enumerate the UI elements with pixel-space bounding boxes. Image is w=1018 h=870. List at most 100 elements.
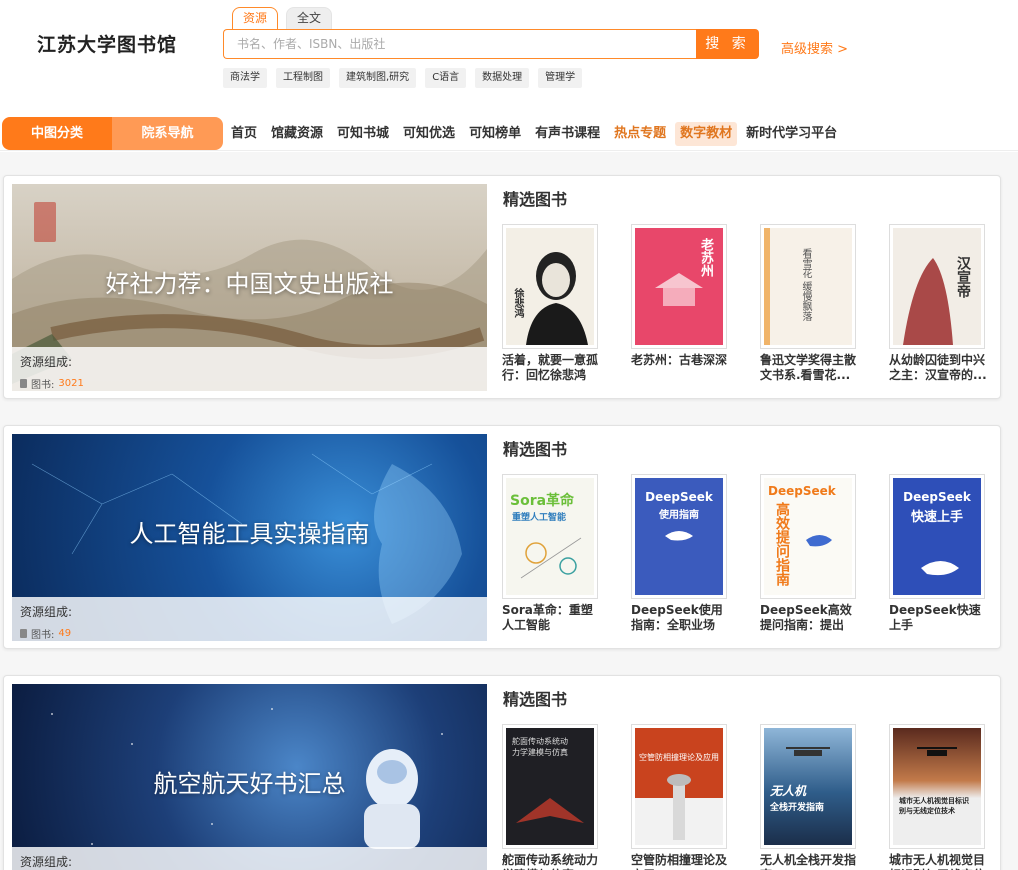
library-logo[interactable]: 江苏大学图书馆	[37, 30, 177, 57]
nav-link-digital-textbooks[interactable]: 数字教材	[675, 122, 738, 146]
book-cover-frame: 徐悲鸿	[502, 224, 598, 349]
book-cover-frame: Sora革命 重塑人工智能	[502, 474, 598, 599]
hot-tag[interactable]: 工程制图	[276, 68, 330, 88]
book-item[interactable]: DeepSeek 使用指南 DeepSeek使用指南：全职业场景...	[631, 474, 741, 633]
book-cover-frame: DeepSeek 快速上手	[889, 474, 985, 599]
cover-title: 无人机	[770, 784, 807, 798]
resource-summary: 资源组成:	[12, 847, 487, 870]
topic-banner[interactable]: 航空航天好书汇总 资源组成:	[12, 684, 487, 870]
resource-label: 资源组成:	[20, 605, 73, 619]
search-input[interactable]	[224, 30, 697, 58]
whale-icon	[921, 561, 959, 576]
book-title: 鲁迅文学奖得主散文书系.看雪花...	[760, 353, 857, 382]
search-button[interactable]: 搜 索	[696, 29, 759, 59]
cover-title: 城市无人机视觉目标识别与无线定位技术	[899, 797, 969, 815]
topic-card: 航空航天好书汇总 资源组成: 精选图书 舵面传动系统动力学建模与仿真 舵面传动系…	[3, 675, 1001, 870]
book-cover-frame: 老苏州	[631, 224, 727, 349]
book-title: 城市无人机视觉目标识别与无线定位技术	[889, 853, 986, 870]
nav-link-rankings[interactable]: 可知榜单	[464, 122, 526, 146]
book-cover-frame: 无人机 全栈开发指南	[760, 724, 856, 849]
cover-subtitle: 全栈开发指南	[770, 803, 825, 813]
topic-banner[interactable]: 好社力荐：中国文史出版社 资源组成: 图书: 3021	[12, 184, 487, 391]
hot-tag[interactable]: 数据处理	[475, 68, 530, 88]
book-title: 活着，就要一意孤行：回忆徐悲鸿	[502, 353, 599, 382]
book-item[interactable]: DeepSeek 高效提问指南 DeepSeek高效提问指南：提出好...	[760, 474, 870, 633]
nav-link-bookstore[interactable]: 可知书城	[332, 122, 394, 146]
tab-resource[interactable]: 资源	[232, 7, 279, 29]
resource-summary: 资源组成: 图书: 3021	[12, 347, 487, 391]
cover-title: 汉宣帝	[955, 256, 971, 298]
resource-label: 资源组成:	[20, 855, 73, 869]
book-cover-frame: DeepSeek 使用指南	[631, 474, 727, 599]
book-cover-frame: 汉宣帝	[889, 224, 985, 349]
book-cover: 汉宣帝	[893, 228, 981, 345]
hot-tags: 商法学 工程制图 建筑制图,研究 C语言 数据处理 管理学	[223, 68, 583, 88]
nav-link-home[interactable]: 首页	[226, 122, 262, 146]
sketch-illustration	[520, 537, 582, 579]
book-item[interactable]: 看雪花 缓慢飘落 鲁迅文学奖得主散文书系.看雪花...	[760, 224, 870, 383]
book-cover: DeepSeek 快速上手	[893, 478, 981, 595]
book-item[interactable]: 无人机 全栈开发指南 无人机全栈开发指南	[760, 724, 870, 870]
cover-title: 老苏州	[698, 238, 713, 277]
search-box	[223, 29, 697, 59]
book-cover: DeepSeek 使用指南	[635, 478, 723, 595]
nav-link-collection[interactable]: 馆藏资源	[266, 122, 328, 146]
book-item[interactable]: 汉宣帝 从幼龄囚徒到中兴之主：汉宣帝的...	[889, 224, 999, 383]
nav-links: 首页 馆藏资源 可知书城 可知优选 可知榜单 有声书课程 热点专题 数字教材 新…	[226, 122, 846, 146]
featured-books-heading: 精选图书	[503, 190, 568, 209]
resource-row: 图书: 3021	[20, 376, 479, 391]
nav-link-selection[interactable]: 可知优选	[398, 122, 460, 146]
book-cover-frame: DeepSeek 高效提问指南	[760, 474, 856, 599]
cover-title: 看雪花 缓慢飘落	[800, 248, 811, 322]
banner-title: 好社力荐：中国文史出版社	[105, 270, 394, 298]
content-area: 好社力荐：中国文史出版社 资源组成: 图书: 3021 精选图书 徐悲鸿 活着，…	[0, 152, 1018, 870]
hot-tag[interactable]: 建筑制图,研究	[339, 68, 417, 88]
book-cover-frame: 舵面传动系统动力学建模与仿真	[502, 724, 598, 849]
book-item[interactable]: 城市无人机视觉目标识别与无线定位技术 城市无人机视觉目标识别与无线定位技术	[889, 724, 999, 870]
nav-link-hot-topics[interactable]: 热点专题	[609, 122, 671, 146]
book-cover-frame: 空管防相撞理论及应用	[631, 724, 727, 849]
book-item[interactable]: 老苏州 老苏州：古巷深深	[631, 224, 741, 383]
resource-count: 3021	[58, 378, 84, 389]
book-icon	[20, 379, 27, 388]
nav-department-button[interactable]: 院系导航	[112, 117, 223, 150]
tab-fulltext[interactable]: 全文	[286, 7, 333, 29]
book-title: 无人机全栈开发指南	[760, 853, 857, 870]
drone-illustration	[917, 747, 957, 756]
hot-tag[interactable]: C语言	[425, 68, 467, 88]
book-title: 舵面传动系统动力学建模与仿真	[502, 853, 599, 870]
book-title: 空管防相撞理论及应用	[631, 853, 728, 870]
whale-icon	[665, 531, 693, 541]
tower-illustration	[635, 774, 723, 845]
book-item[interactable]: 徐悲鸿 活着，就要一意孤行：回忆徐悲鸿	[502, 224, 612, 383]
nav-category-button[interactable]: 中图分类	[2, 117, 112, 150]
nav-link-audiobooks[interactable]: 有声书课程	[530, 122, 605, 146]
book-cover: 无人机 全栈开发指南	[764, 728, 852, 845]
book-cover: DeepSeek 高效提问指南	[764, 478, 852, 595]
book-cover: 城市无人机视觉目标识别与无线定位技术	[893, 728, 981, 845]
jet-illustration	[516, 798, 584, 823]
resource-summary: 资源组成: 图书: 49	[12, 597, 487, 641]
book-item[interactable]: DeepSeek 快速上手 DeepSeek快速上手	[889, 474, 999, 633]
featured-books-heading: 精选图书	[503, 690, 568, 709]
topic-card: 好社力荐：中国文史出版社 资源组成: 图书: 3021 精选图书 徐悲鸿 活着，…	[3, 175, 1001, 399]
topic-banner[interactable]: 人工智能工具实操指南 资源组成: 图书: 49	[12, 434, 487, 641]
book-cover-frame: 城市无人机视觉目标识别与无线定位技术	[889, 724, 985, 849]
book-title: DeepSeek高效提问指南：提出好...	[760, 603, 852, 632]
book-cover-frame: 看雪花 缓慢飘落	[760, 224, 856, 349]
resource-label: 资源组成:	[20, 355, 73, 369]
book-cover: 舵面传动系统动力学建模与仿真	[506, 728, 594, 845]
book-item[interactable]: 空管防相撞理论及应用 空管防相撞理论及应用	[631, 724, 741, 870]
hot-tag[interactable]: 商法学	[223, 68, 267, 88]
book-cover: 空管防相撞理论及应用	[635, 728, 723, 845]
book-cover: 老苏州	[635, 228, 723, 345]
cover-title: 徐悲鸿	[512, 288, 523, 318]
resource-type: 图书:	[31, 630, 55, 641]
nav-link-learning-platform[interactable]: 新时代学习平台	[741, 122, 842, 146]
book-cover: 看雪花 缓慢飘落	[764, 228, 852, 345]
book-title: DeepSeek使用指南：全职业场景...	[631, 603, 723, 632]
book-item[interactable]: 舵面传动系统动力学建模与仿真 舵面传动系统动力学建模与仿真	[502, 724, 612, 870]
book-item[interactable]: Sora革命 重塑人工智能 Sora革命：重塑人工智能	[502, 474, 612, 633]
advanced-search-link[interactable]: 高级搜索 >	[781, 38, 848, 57]
hot-tag[interactable]: 管理学	[538, 68, 583, 88]
